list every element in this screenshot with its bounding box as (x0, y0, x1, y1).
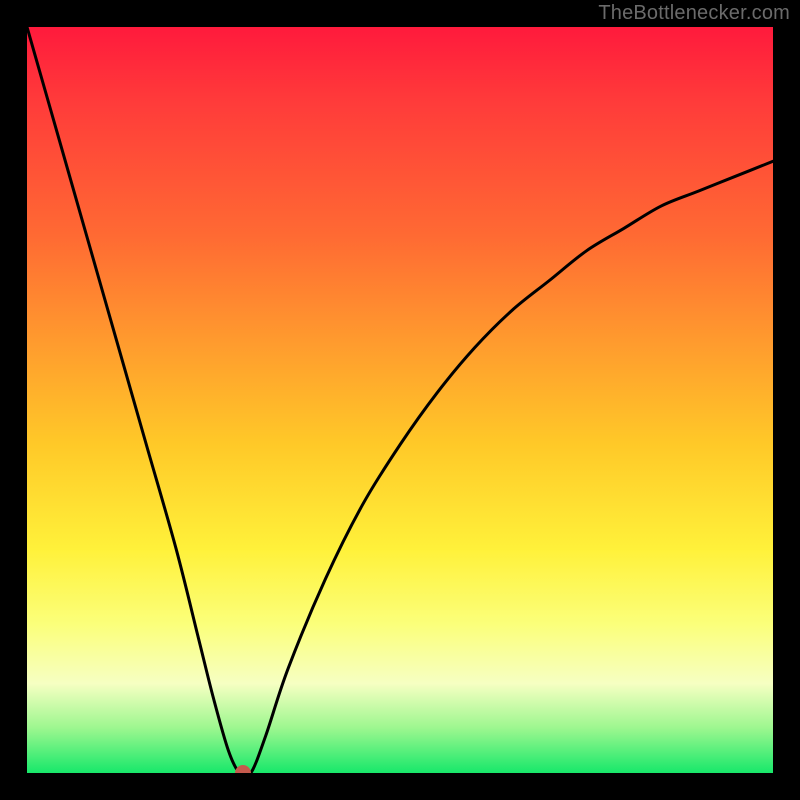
plot-area (27, 27, 773, 773)
attribution-text: TheBottlenecker.com (598, 2, 790, 25)
bottleneck-curve (27, 27, 773, 773)
chart-frame: TheBottlenecker.com (0, 0, 800, 800)
